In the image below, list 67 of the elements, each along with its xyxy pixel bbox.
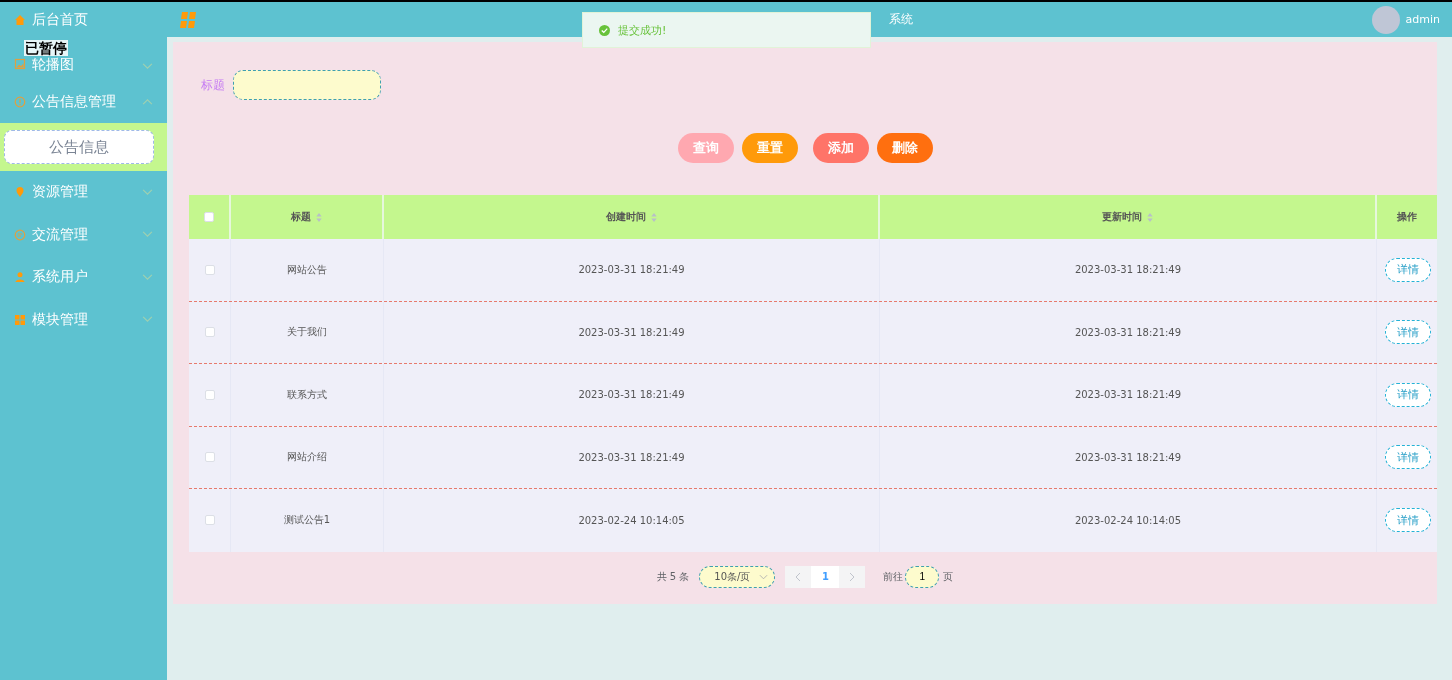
- table-cell: 2023-02-24 10:14:05: [1074, 514, 1182, 526]
- submenu-item[interactable]: 公告信息: [4, 130, 154, 164]
- column-header: 操作: [1396, 210, 1418, 224]
- checkbox[interactable]: [204, 389, 215, 400]
- sidebar-item[interactable]: 系统用户: [32, 268, 88, 285]
- user-name[interactable]: admin: [1405, 13, 1440, 26]
- table-cell: 网站介绍: [287, 450, 327, 465]
- checkbox[interactable]: [204, 264, 215, 275]
- table-cell: 联系方式: [287, 387, 327, 402]
- table-cell: 2023-03-31 18:21:49: [578, 451, 685, 463]
- chat-icon: [14, 228, 26, 241]
- chevron-right-icon: [849, 571, 856, 582]
- sort-icon[interactable]: [316, 212, 322, 222]
- table-cell: 2023-03-31 18:21:49: [1074, 389, 1182, 401]
- goto-label: 前往: [883, 569, 904, 584]
- page-unit-label: 页: [943, 569, 954, 584]
- action-button[interactable]: 重置: [741, 133, 798, 163]
- image-icon: [14, 57, 26, 70]
- details-button[interactable]: 详情: [1385, 320, 1431, 345]
- location-pin-icon: [14, 186, 26, 199]
- page-size-select[interactable]: 10条/页: [699, 565, 776, 588]
- sidebar-item[interactable]: 模块管理: [32, 310, 88, 327]
- sort-icon[interactable]: [1147, 212, 1153, 222]
- checkbox[interactable]: [204, 327, 215, 338]
- grid-icon: [14, 313, 26, 326]
- checkbox[interactable]: [204, 212, 214, 222]
- sidebar-item[interactable]: 交流管理: [32, 225, 88, 242]
- table-cell: 2023-02-24 10:14:05: [578, 514, 685, 526]
- details-button[interactable]: 详情: [1385, 445, 1431, 470]
- table-cell: 2023-03-31 18:21:49: [1074, 451, 1182, 463]
- chevron-left-icon: [795, 571, 802, 582]
- goto-page-field[interactable]: 1: [905, 565, 940, 588]
- sort-icon[interactable]: [650, 212, 657, 222]
- table-cell: 关于我们: [287, 325, 327, 340]
- user-icon: [14, 271, 26, 284]
- table-cell: 测试公告1: [283, 513, 331, 528]
- app-title: 系统: [889, 11, 913, 28]
- logo-icon: [179, 10, 199, 29]
- table-cell: 网站公告: [287, 262, 327, 277]
- total-count: 共 5 条: [656, 569, 690, 584]
- details-button[interactable]: 详情: [1385, 508, 1431, 533]
- sidebar-item[interactable]: 轮播图: [32, 55, 74, 72]
- action-button[interactable]: 添加: [812, 133, 869, 163]
- action-button[interactable]: 查询: [677, 133, 734, 163]
- table-cell: 2023-03-31 18:21:49: [578, 389, 685, 401]
- home-icon: [14, 14, 26, 26]
- table-cell: 2023-03-31 18:21:49: [578, 326, 685, 338]
- search-field[interactable]: [233, 70, 381, 100]
- details-button[interactable]: 详情: [1385, 382, 1431, 407]
- table-cell: 2023-03-31 18:21:49: [1074, 264, 1182, 276]
- action-button[interactable]: 删除: [876, 133, 933, 163]
- search-label: 标题: [201, 76, 225, 94]
- check-circle-icon: [599, 24, 610, 36]
- checkbox[interactable]: [204, 452, 215, 463]
- page-button[interactable]: 1: [811, 565, 840, 588]
- sidebar-item[interactable]: 公告信息管理: [32, 92, 116, 109]
- avatar-icon[interactable]: [1371, 5, 1400, 34]
- chevron-down-icon: [759, 573, 769, 580]
- sidebar-item[interactable]: 后台首页: [32, 11, 88, 27]
- info-icon: [14, 95, 26, 108]
- details-button[interactable]: 详情: [1385, 257, 1431, 282]
- sidebar-item[interactable]: 资源管理: [32, 183, 88, 200]
- toast-message: 提交成功!: [618, 22, 667, 38]
- table-cell: 2023-03-31 18:21:49: [1074, 326, 1182, 338]
- paused-label: 已暂停: [24, 40, 68, 56]
- table-cell: 2023-03-31 18:21:49: [578, 264, 685, 276]
- checkbox[interactable]: [204, 515, 215, 526]
